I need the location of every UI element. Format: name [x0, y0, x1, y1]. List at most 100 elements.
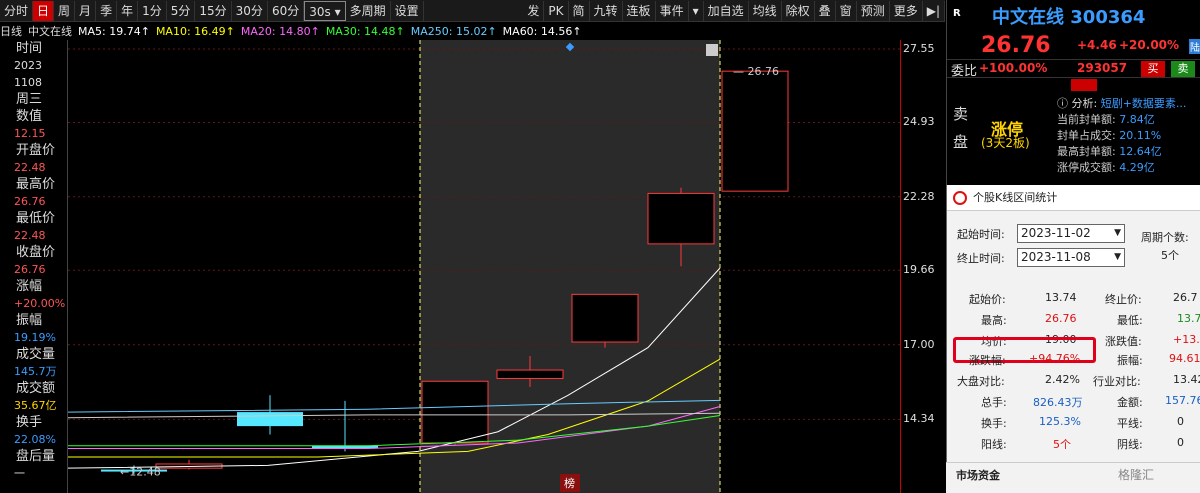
max-seal-row: 最高封单额: 12.64亿 — [1057, 144, 1186, 160]
limit-board-button[interactable]: 连板 — [623, 0, 656, 21]
watermark-logo: 格隆汇 — [1118, 468, 1155, 482]
overlay-button[interactable]: 叠 — [815, 0, 836, 21]
tab-intraday[interactable]: 分时 — [0, 0, 34, 21]
high-price-label: — 26.76 — [733, 65, 779, 78]
market-fund-label: 市场资金 — [956, 469, 1000, 482]
nine-turn-button[interactable]: 九转 — [590, 0, 623, 21]
simple-button[interactable]: 简 — [569, 0, 590, 21]
kline-chart[interactable]: — 26.76 ←12.48 榜 — [67, 40, 900, 493]
analysis-label: 分析: — [1071, 97, 1098, 110]
settings-button[interactable]: 设置 — [391, 0, 424, 21]
tab-15min[interactable]: 15分 — [195, 0, 232, 21]
stock-code: 300364 — [1070, 7, 1146, 28]
end-time-select[interactable]: 2023-11-08 ▼ — [1017, 248, 1125, 267]
after-hours-label: 盘后量 — [16, 449, 56, 464]
high-value: 26.76 — [14, 195, 46, 208]
ma20-label: MA20: 14.80↑ — [240, 24, 320, 38]
period-select[interactable]: 30s ▾ — [304, 0, 346, 21]
analysis-value[interactable]: 短剧+数据要素... — [1101, 97, 1187, 110]
end-time-value: 2023-11-08 — [1021, 250, 1091, 264]
multi-period-button[interactable]: 多周期 — [346, 0, 391, 21]
start-time-label: 起始时间: — [957, 228, 1005, 241]
tab-60min[interactable]: 60分 — [268, 0, 305, 21]
amplitude-label: 振幅: — [1117, 354, 1143, 367]
kline-svg[interactable]: — 26.76 ←12.48 榜 — [67, 40, 900, 493]
expand-up-icon[interactable] — [1071, 79, 1097, 91]
amplitude-label: 振幅 — [16, 313, 43, 328]
add-watchlist-button[interactable]: 加自选 — [704, 0, 749, 21]
limit-up-analysis: ⓘ 分析: 短剧+数据要素... 当前封单额: 7.84亿 封单占成交: 20.… — [1057, 96, 1186, 176]
ma5-label: MA5: 19.74↑ — [78, 24, 150, 38]
total-volume-label: 总手: — [981, 396, 1007, 409]
period-label: 日线 — [0, 25, 22, 38]
tab-quarterly[interactable]: 季 — [96, 0, 118, 21]
change-value-label: 涨跌值: — [1105, 335, 1142, 348]
volume-value: 145.7万 — [14, 365, 57, 378]
more-button[interactable]: 更多 — [890, 0, 923, 21]
ma-button[interactable]: 均线 — [749, 0, 782, 21]
pk-button[interactable]: PK — [544, 0, 569, 21]
seal-amount-value: 7.84亿 — [1119, 113, 1155, 126]
stock-name: 中文在线 — [992, 7, 1064, 28]
start-time-select[interactable]: 2023-11-02 ▼ — [1017, 224, 1125, 243]
industry-compare-label: 行业对比: — [1093, 375, 1141, 388]
change-label: 涨幅 — [16, 279, 43, 294]
start-price-value: 13.74 — [1045, 291, 1077, 304]
open-label: 开盘价 — [16, 143, 56, 158]
axis-tick: 27.55 — [903, 42, 935, 55]
limit-turnover-label: 涨停成交额: — [1057, 161, 1116, 174]
industry-compare-value: 13.42 — [1173, 373, 1200, 386]
tab-1min[interactable]: 1分 — [138, 0, 167, 21]
axis-tick: 19.66 — [903, 263, 935, 277]
limit-up-streak: (3天2板) — [981, 136, 1030, 150]
app-logo-icon — [953, 191, 967, 205]
tab-monthly[interactable]: 月 — [75, 0, 97, 21]
tab-30min[interactable]: 30分 — [232, 0, 268, 21]
stock-title: 中文在线 300364 — [992, 3, 1145, 29]
stats-title: 个股K线区间统计 — [973, 191, 1058, 204]
end-time-label: 终止时间: — [957, 252, 1005, 265]
turnover-rate-value: 125.3% — [1039, 415, 1081, 428]
ma-legend: 日线 中文在线 MA5: 19.74↑ MA10: 16.49↑ MA20: 1… — [0, 22, 945, 40]
price-change-pct: +20.00% — [1119, 38, 1180, 52]
rank-marker-label: 榜 — [564, 476, 575, 490]
low-label: 最低: — [1117, 314, 1143, 327]
candle-body — [496, 369, 564, 379]
window-button[interactable]: 窗 — [836, 0, 857, 21]
low-label: 最低价 — [16, 211, 56, 226]
close-value: 26.76 — [14, 263, 46, 276]
price-change: +4.46 — [1077, 38, 1117, 52]
seal-ratio-label: 封单占成交: — [1057, 129, 1116, 142]
sell-button[interactable]: 卖 — [1171, 61, 1195, 77]
events-dropdown-icon[interactable]: ▾ — [689, 0, 704, 21]
close-icon — [706, 44, 718, 56]
forecast-button[interactable]: 预测 — [857, 0, 890, 21]
candle-body — [421, 380, 489, 444]
down-bars-label: 阴线: — [1117, 438, 1143, 451]
analysis-row: ⓘ 分析: 短剧+数据要素... — [1057, 96, 1186, 112]
candle-body — [647, 192, 715, 245]
turnover-rate-label: 换手 — [16, 415, 43, 430]
dropdown-arrow-icon: ▼ — [1114, 252, 1121, 262]
turnover-label: 成交额 — [16, 381, 56, 396]
open-value: 22.48 — [14, 161, 46, 174]
tab-5min[interactable]: 5分 — [167, 0, 196, 21]
ex-rights-button[interactable]: 除权 — [782, 0, 815, 21]
seal-amount-row: 当前封单额: 7.84亿 — [1057, 112, 1186, 128]
info-icon: ⓘ — [1057, 97, 1068, 110]
price-axis: 27.55 24.93 22.28 19.66 17.00 14.34 — [900, 40, 945, 493]
skip-end-icon[interactable]: ▶| — [923, 0, 945, 21]
start-time-value: 2023-11-02 — [1021, 226, 1091, 240]
tab-daily[interactable]: 日 — [33, 0, 55, 21]
period-toolbar: 分时 日 周 月 季 年 1分 5分 15分 30分 60分 30s ▾ 多周期… — [0, 0, 945, 22]
events-button[interactable]: 事件 — [656, 0, 689, 21]
tab-weekly[interactable]: 周 — [54, 0, 76, 21]
order-ratio-value: +100.00% — [979, 61, 1048, 75]
market-compare-value: 2.42% — [1045, 373, 1080, 386]
after-hours-value: 一 — [14, 467, 25, 480]
post-button[interactable]: 发 — [523, 0, 545, 21]
tab-yearly[interactable]: 年 — [117, 0, 139, 21]
low-value: 22.48 — [14, 229, 46, 242]
buy-button[interactable]: 买 — [1141, 61, 1165, 77]
time-label: 时间 — [16, 41, 43, 56]
